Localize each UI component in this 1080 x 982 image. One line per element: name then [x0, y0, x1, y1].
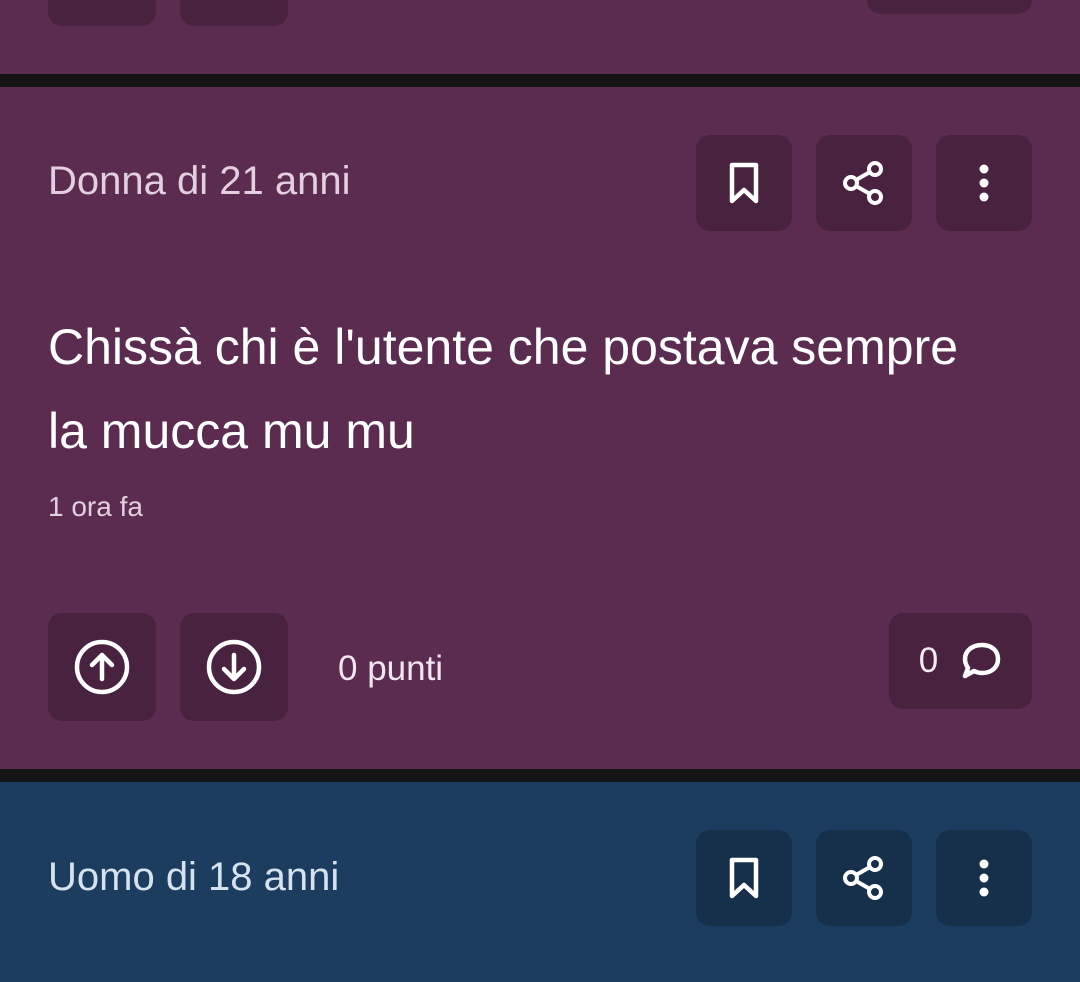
share-button[interactable]	[816, 830, 912, 926]
downvote-button[interactable]	[180, 0, 288, 26]
arrow-up-circle-icon	[73, 638, 131, 696]
more-options-button[interactable]	[936, 830, 1032, 926]
upvote-button[interactable]	[48, 613, 156, 721]
post-time: 1 ora fa	[48, 491, 143, 522]
more-vertical-icon	[978, 858, 990, 898]
post-text: Chissà chi è l'utente che postava sempre…	[48, 319, 959, 459]
points-count: 0 punti	[338, 649, 444, 688]
bookmark-icon	[724, 856, 764, 900]
comments-count: 0	[918, 641, 939, 680]
post-card: Donna di 21 anni Chissà chi è l'utente c…	[0, 87, 1080, 769]
comments-button[interactable]	[867, 0, 1032, 14]
more-options-button[interactable]	[936, 135, 1032, 231]
comments-button[interactable]: 0	[889, 613, 1032, 709]
downvote-button[interactable]	[180, 613, 288, 721]
post-author: Donna di 21 anni	[48, 159, 351, 203]
more-vertical-icon	[978, 163, 990, 203]
previous-post-card	[0, 0, 1080, 74]
post-author: Uomo di 18 anni	[48, 855, 340, 899]
bookmark-button[interactable]	[696, 830, 792, 926]
share-icon	[841, 855, 887, 901]
comment-icon	[960, 641, 1002, 681]
next-post-card: Uomo di 18 anni	[0, 782, 1080, 982]
upvote-button[interactable]	[48, 0, 156, 26]
share-icon	[841, 160, 887, 206]
bookmark-icon	[724, 161, 764, 205]
share-button[interactable]	[816, 135, 912, 231]
arrow-down-circle-icon	[205, 638, 263, 696]
bookmark-button[interactable]	[696, 135, 792, 231]
